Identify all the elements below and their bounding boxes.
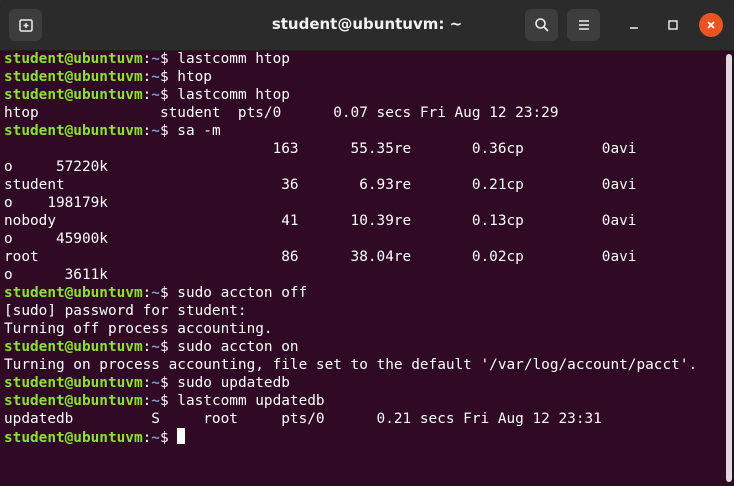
prompt-symbol: $ <box>159 123 178 139</box>
output-line: updatedb S root pts/0 0.21 secs Fri Aug … <box>4 411 602 427</box>
command-text: sudo accton on <box>177 339 299 355</box>
prompt-path: ~ <box>151 430 160 446</box>
output-line: 163 55.35re 0.36cp 0avi <box>4 141 637 157</box>
prompt-path: ~ <box>151 123 160 139</box>
prompt-user-host: student@ubuntuvm <box>4 393 143 409</box>
prompt-separator: : <box>142 375 152 391</box>
prompt-user-host: student@ubuntuvm <box>4 51 143 67</box>
minimize-button[interactable] <box>622 13 646 37</box>
command-line: student@ubuntuvm:~$ lastcomm htop <box>4 86 722 104</box>
output-line: o 45900k <box>4 231 108 247</box>
prompt-symbol: $ <box>159 375 178 391</box>
command-line: student@ubuntuvm:~$ <box>4 428 722 446</box>
output-line: o 3611k <box>4 267 108 283</box>
menu-button[interactable] <box>567 9 600 41</box>
hamburger-menu-icon <box>578 20 589 30</box>
prompt-separator: : <box>142 123 152 139</box>
output-line: nobody 41 10.39re 0.13cp 0avi <box>4 213 637 229</box>
command-line: student@ubuntuvm:~$ sudo accton off <box>4 284 722 302</box>
prompt-separator: : <box>142 393 152 409</box>
command-text: htop <box>177 69 212 85</box>
maximize-button[interactable] <box>661 13 685 37</box>
prompt-symbol: $ <box>159 51 178 67</box>
command-line: student@ubuntuvm:~$ sudo accton on <box>4 338 722 356</box>
command-line: student@ubuntuvm:~$ sudo updatedb <box>4 374 722 392</box>
prompt-separator: : <box>142 285 152 301</box>
output-line: htop student pts/0 0.07 secs Fri Aug 12 … <box>4 105 559 121</box>
title-bar[interactable]: student@ubuntuvm: ~ <box>0 0 734 51</box>
command-line: student@ubuntuvm:~$ lastcomm htop <box>4 50 722 68</box>
text-cursor[interactable] <box>177 428 186 444</box>
prompt-user-host: student@ubuntuvm <box>4 339 143 355</box>
prompt-path: ~ <box>151 51 160 67</box>
prompt-symbol: $ <box>159 87 178 103</box>
command-text: sudo accton off <box>177 285 308 301</box>
command-line: student@ubuntuvm:~$ sa -m <box>4 122 722 140</box>
output-line: [sudo] password for student: <box>4 303 247 319</box>
prompt-symbol: $ <box>159 393 178 409</box>
prompt-separator: : <box>142 69 152 85</box>
close-icon <box>707 21 715 29</box>
command-text: lastcomm htop <box>177 87 290 103</box>
prompt-path: ~ <box>151 393 160 409</box>
prompt-path: ~ <box>151 375 160 391</box>
output-line: Turning off process accounting. <box>4 321 273 337</box>
prompt-user-host: student@ubuntuvm <box>4 375 143 391</box>
prompt-symbol: $ <box>159 285 178 301</box>
maximize-icon <box>668 20 678 30</box>
prompt-path: ~ <box>151 339 160 355</box>
search-icon <box>534 18 549 32</box>
terminal-output[interactable]: student@ubuntuvm:~$ lastcomm htop student… <box>4 50 722 486</box>
minimize-icon <box>630 27 638 29</box>
output-line: Turning on process accounting, file set … <box>4 357 698 373</box>
command-line: student@ubuntuvm:~$ lastcomm updatedb <box>4 392 722 410</box>
prompt-path: ~ <box>151 69 160 85</box>
scrollbar[interactable] <box>726 54 732 482</box>
prompt-separator: : <box>142 430 152 446</box>
output-line: root 86 38.04re 0.02cp 0avi <box>4 249 637 265</box>
search-button[interactable] <box>525 9 558 41</box>
command-line: student@ubuntuvm:~$ htop <box>4 68 722 86</box>
prompt-user-host: student@ubuntuvm <box>4 285 143 301</box>
command-text: lastcomm updatedb <box>177 393 325 409</box>
prompt-path: ~ <box>151 87 160 103</box>
prompt-separator: : <box>142 51 152 67</box>
command-text: sudo updatedb <box>177 375 290 391</box>
output-line: o 57220k <box>4 159 108 175</box>
command-text: sa -m <box>177 123 221 139</box>
output-line: o 198179k <box>4 195 108 211</box>
prompt-symbol: $ <box>159 69 178 85</box>
prompt-user-host: student@ubuntuvm <box>4 430 143 446</box>
prompt-separator: : <box>142 87 152 103</box>
prompt-separator: : <box>142 339 152 355</box>
prompt-user-host: student@ubuntuvm <box>4 123 143 139</box>
prompt-symbol: $ <box>159 339 178 355</box>
prompt-path: ~ <box>151 285 160 301</box>
prompt-symbol: $ <box>159 430 178 446</box>
command-text: lastcomm htop <box>177 51 290 67</box>
prompt-user-host: student@ubuntuvm <box>4 87 143 103</box>
terminal-window: student@ubuntuvm: ~ student@ubuntuvm:~$ … <box>0 0 734 486</box>
output-line: student 36 6.93re 0.21cp 0avi <box>4 177 637 193</box>
prompt-user-host: student@ubuntuvm <box>4 69 143 85</box>
close-button[interactable] <box>699 13 723 37</box>
